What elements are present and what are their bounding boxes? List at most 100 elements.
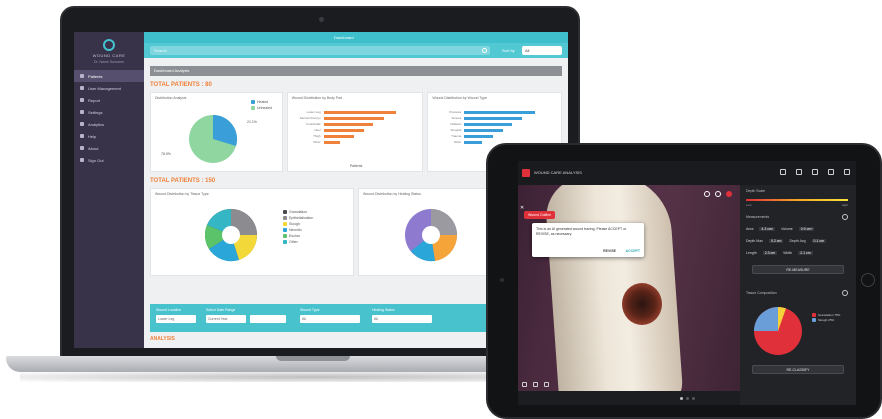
measure-key: Depth Avg	[789, 239, 806, 243]
patients-icon	[80, 74, 84, 78]
bar-label: Diabetic	[450, 122, 462, 126]
crop-icon[interactable]	[522, 382, 527, 387]
app-header: WOUND CARE ANALYSIS	[518, 161, 856, 185]
report-icon	[80, 98, 84, 102]
bar-label: Pressure	[449, 110, 462, 114]
bar-label: Surgical	[450, 128, 462, 132]
wound-photo[interactable]: ✕ Wound Outline This is an AI generated …	[518, 185, 740, 391]
sort-select[interactable]: All	[522, 46, 562, 55]
grid-icon[interactable]	[780, 169, 786, 175]
tablet-screen: WOUND CARE ANALYSIS ✕ Wound Outline This…	[518, 161, 856, 405]
location-select[interactable]: Lower Leg	[156, 315, 196, 323]
measure-key: Volume	[781, 227, 793, 231]
bar	[464, 122, 513, 126]
donut-chart-healing	[405, 209, 458, 262]
wound-outline-button[interactable]: Wound Outline	[524, 211, 556, 219]
date-range-select-2[interactable]	[250, 315, 286, 323]
sidebar-item-user-management[interactable]: User Management	[74, 82, 144, 94]
sidebar-item-sign-out[interactable]: Sign Out	[74, 154, 144, 166]
wound-outline[interactable]	[622, 283, 662, 325]
legend-label: Granulation 75%	[818, 313, 841, 317]
section-header: Dashboard Analysis	[150, 66, 562, 76]
page-dot[interactable]	[680, 397, 683, 400]
search-input[interactable]: Search	[150, 46, 490, 55]
legend-label: Healed	[257, 100, 269, 104]
measure-key: Depth Max	[746, 239, 763, 243]
bar	[323, 122, 374, 126]
measure-value: 0.1 cm	[811, 239, 827, 243]
sidebar-item-help[interactable]: Help	[74, 130, 144, 142]
undo-icon[interactable]	[704, 191, 710, 197]
analysis-panel: Depth Scale Low High Measurements Area 4.…	[740, 185, 856, 405]
tablet: WOUND CARE ANALYSIS ✕ Wound Outline This…	[486, 143, 882, 419]
record-icon[interactable]	[726, 191, 732, 197]
legend-label: Necrotic	[289, 228, 302, 232]
wound-type-select[interactable]: All	[300, 315, 360, 323]
legend-label: Slough 25%	[818, 318, 835, 322]
close-icon[interactable]: ✕	[520, 205, 524, 211]
sidebar-item-label: User Management	[88, 85, 121, 91]
re-measure-button[interactable]: RE-MEASURE	[752, 265, 844, 274]
analysis-title: ANALYSIS	[150, 336, 175, 342]
sidebar-item-patients[interactable]: Patients	[74, 70, 144, 82]
page-dot[interactable]	[686, 397, 689, 400]
filter-label: Select Date Range	[206, 308, 236, 312]
re-classify-button[interactable]: RE-CLASSIFY	[752, 365, 844, 374]
filter-label: Wound Location	[156, 308, 182, 312]
pie-label-b: 78.9%	[161, 152, 171, 156]
legend-label: Slough	[289, 222, 300, 226]
tissue-type-card: Wound Distribution by Tissue Type Granul…	[150, 188, 354, 276]
gear-icon[interactable]	[842, 290, 848, 296]
edit-icon[interactable]	[796, 169, 802, 175]
tissue-legend: Granulation Epithelialization Slough Nec…	[283, 209, 313, 245]
measure-value: 2.1 cm	[798, 251, 813, 255]
gear-icon	[80, 110, 84, 114]
legend-label: Eschar	[289, 234, 300, 238]
bar-label: Other	[453, 140, 462, 144]
share-icon[interactable]	[828, 169, 834, 175]
home-button[interactable]	[861, 273, 875, 287]
page-dot[interactable]	[692, 397, 695, 400]
rotate-icon[interactable]	[544, 382, 549, 387]
bar-label: Thigh	[313, 134, 321, 138]
logo-icon	[103, 38, 115, 51]
distribution-card: Distribution Analysis Healed Unhealed 21…	[150, 92, 283, 172]
filter-label: Healing Status	[372, 308, 395, 312]
sidebar-item-report[interactable]: Report	[74, 94, 144, 106]
redo-icon[interactable]	[715, 191, 721, 197]
bar	[323, 110, 396, 114]
date-range-select[interactable]: Current Year	[206, 315, 246, 323]
bar	[323, 140, 340, 144]
trash-icon[interactable]	[844, 169, 850, 175]
bar-chart-body-part: Lower Leg Sacrum/Coccyx Foot/Ankle Heel Thig…	[294, 109, 420, 145]
gear-icon[interactable]	[842, 214, 848, 220]
healing-status-select[interactable]: All	[372, 315, 432, 323]
measure-key: Area	[746, 227, 754, 231]
card-title: Wound Distribution by Healing Status	[363, 192, 421, 196]
flag-icon[interactable]	[812, 169, 818, 175]
toolbar	[780, 169, 850, 175]
measure-value: 2.3 cm	[762, 251, 778, 255]
search-icon[interactable]	[482, 48, 487, 53]
sidebar-item-settings[interactable]: Settings	[74, 106, 144, 118]
sidebar-item-label: About	[88, 145, 99, 151]
users-icon	[80, 86, 84, 90]
app-title: WOUND CARE ANALYSIS	[534, 170, 582, 175]
camera-icon	[500, 278, 504, 282]
app-logo-icon	[522, 169, 530, 177]
logo-text: WOUND CARE	[92, 52, 126, 58]
revise-button[interactable]: REVISE	[603, 249, 616, 253]
bar	[323, 116, 384, 120]
bar	[323, 128, 364, 132]
zoom-icon[interactable]	[533, 382, 538, 387]
sidebar-item-about[interactable]: About	[74, 142, 144, 154]
laptop-notch	[276, 356, 350, 361]
sidebar-item-analytics[interactable]: Analytics	[74, 118, 144, 130]
tissue-pie-chart	[754, 307, 802, 355]
pie-legend: Healed Unhealed	[251, 99, 272, 111]
total-patients-title: TOTAL PATIENTS : 80	[150, 82, 212, 88]
accept-button[interactable]: ACCEPT	[626, 249, 640, 253]
bar	[464, 110, 535, 114]
measure-value: 0.2 cm	[768, 239, 784, 243]
user-name: Dr. Name Surname	[94, 59, 124, 64]
